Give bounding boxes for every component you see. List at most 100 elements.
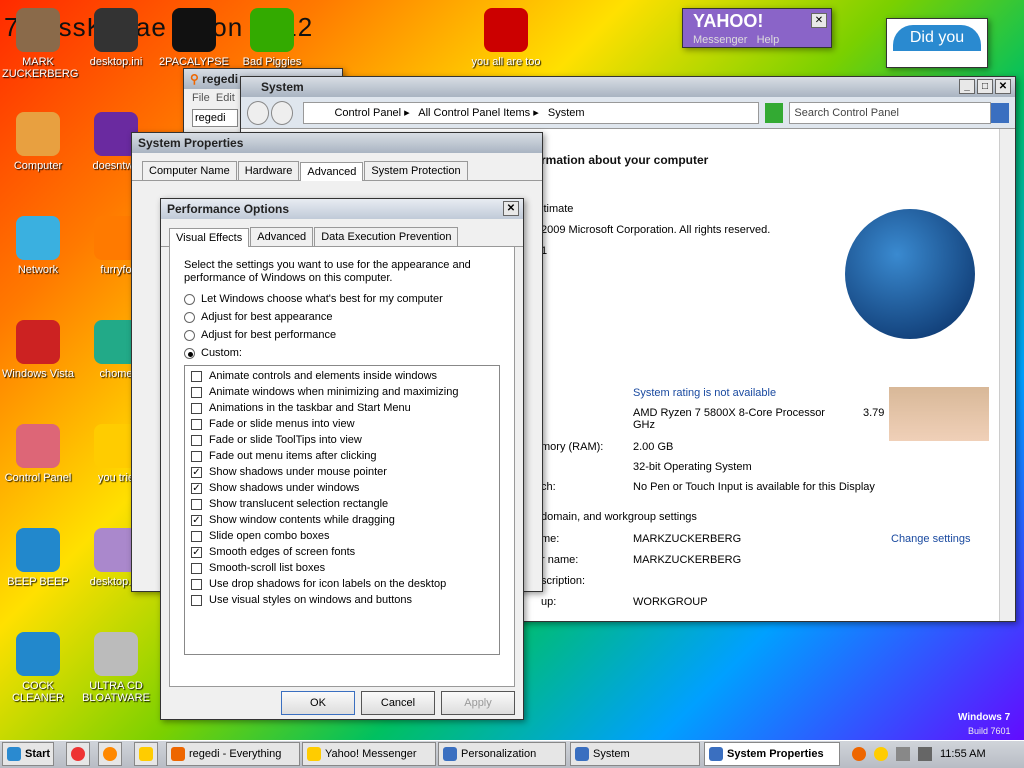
desktop-icon[interactable]: you all are too (470, 8, 542, 68)
taskbar-button[interactable]: Yahoo! Messenger (302, 742, 436, 766)
messenger-icon[interactable] (874, 747, 888, 761)
tab-advanced[interactable]: Advanced (300, 162, 364, 181)
search-input[interactable]: Search Control Panel (789, 101, 991, 124)
effect-checkbox-row[interactable]: ✓ Show window contents while dragging (191, 512, 493, 528)
desktop-icon[interactable]: Windows Vista (2, 320, 74, 380)
effect-checkbox-row[interactable]: Fade out menu items after clicking (191, 448, 493, 464)
radio-dot[interactable] (184, 347, 195, 359)
checkbox[interactable] (191, 418, 202, 430)
checkbox[interactable] (191, 498, 202, 510)
folder-icon[interactable] (134, 742, 158, 766)
tab-visual-effects[interactable]: Visual Effects (169, 228, 250, 247)
desktop-icon[interactable]: MARK ZUCKERBERG (2, 8, 78, 80)
tab-hardware[interactable]: Hardware (237, 161, 300, 180)
checkbox[interactable] (191, 450, 202, 462)
firefox-icon[interactable] (98, 742, 122, 766)
search-icon[interactable] (852, 747, 866, 761)
effect-checkbox-row[interactable]: Fade or slide ToolTips into view (191, 432, 493, 448)
breadcrumb[interactable]: Control Panel ▸ All Control Panel Items … (303, 101, 759, 124)
checkbox[interactable] (191, 578, 202, 590)
effect-checkbox-row[interactable]: Smooth-scroll list boxes (191, 560, 493, 576)
maximize-icon[interactable]: □ (977, 79, 993, 94)
effect-checkbox-row[interactable]: Show translucent selection rectangle (191, 496, 493, 512)
network-icon[interactable] (896, 747, 910, 761)
close-icon[interactable]: ✕ (995, 79, 1011, 94)
crumb-all-items[interactable]: All Control Panel Items (418, 107, 530, 119)
change-settings-link[interactable]: Change settings (891, 533, 971, 545)
menu-edit[interactable]: Edit (216, 92, 235, 104)
back-icon[interactable] (247, 100, 270, 125)
checkbox[interactable]: ✓ (191, 546, 202, 558)
desktop-icon[interactable]: BEEP BEEP (2, 528, 74, 588)
close-icon[interactable]: ✕ (811, 13, 827, 28)
desktop-icon[interactable]: COCK CLEANER (2, 632, 74, 704)
effect-checkbox-row[interactable]: ✓ Smooth edges of screen fonts (191, 544, 493, 560)
effect-checkbox-row[interactable]: Animate controls and elements inside win… (191, 368, 493, 384)
cancel-button[interactable]: Cancel (361, 691, 435, 715)
checkbox[interactable] (191, 386, 202, 398)
radio-option[interactable]: Let Windows choose what's best for my co… (184, 293, 500, 305)
refresh-icon[interactable] (764, 102, 784, 123)
start-button[interactable]: Start (2, 742, 54, 766)
volume-icon[interactable] (918, 747, 932, 761)
radio-dot[interactable] (184, 329, 195, 341)
minimize-icon[interactable]: _ (959, 79, 975, 94)
chrome-icon[interactable] (66, 742, 90, 766)
crumb-system[interactable]: System (548, 107, 585, 119)
desktop-icon[interactable]: Computer (2, 112, 74, 172)
performance-options-window[interactable]: Performance Options ✕ Visual Effects Adva… (160, 198, 524, 720)
sysprop-titlebar[interactable]: System Properties (132, 133, 542, 153)
checkbox[interactable] (191, 402, 202, 414)
radio-option[interactable]: Custom: (184, 347, 500, 359)
tab-system-protection[interactable]: System Protection (364, 161, 468, 180)
did-you-window[interactable]: Did you (886, 18, 988, 68)
desktop-icon[interactable]: Network (2, 216, 74, 276)
effect-checkbox-row[interactable]: Animate windows when minimizing and maxi… (191, 384, 493, 400)
effect-checkbox-row[interactable]: Fade or slide menus into view (191, 416, 493, 432)
effect-checkbox-row[interactable]: ✓ Show shadows under mouse pointer (191, 464, 493, 480)
desktop-icon[interactable]: Control Panel (2, 424, 74, 484)
taskbar-button[interactable]: System Properties (704, 742, 840, 766)
tab-computer-name[interactable]: Computer Name (142, 161, 237, 180)
checkbox[interactable]: ✓ (191, 466, 202, 478)
desktop-icon[interactable]: Bad Piggies (236, 8, 308, 68)
perf-titlebar[interactable]: Performance Options ✕ (161, 199, 523, 219)
tab-advanced[interactable]: Advanced (250, 227, 314, 246)
ok-button[interactable]: OK (281, 691, 355, 715)
clock[interactable]: 11:55 AM (940, 748, 986, 760)
apply-button[interactable]: Apply (441, 691, 515, 715)
taskbar-button[interactable]: Personalization (438, 742, 566, 766)
taskbar-button[interactable]: regedi - Everything (166, 742, 300, 766)
yahoo-messenger-window[interactable]: YAHOO! Messenger Help ✕ (682, 8, 832, 48)
effect-checkbox-row[interactable]: ✓ Show shadows under windows (191, 480, 493, 496)
checkbox[interactable] (191, 434, 202, 446)
desktop-icon[interactable]: ULTRA CD BLOATWARE (80, 632, 152, 704)
effects-list[interactable]: Animate controls and elements inside win… (184, 365, 500, 655)
scrollbar[interactable] (999, 129, 1015, 621)
desktop-icon[interactable]: desktop.ini (80, 8, 152, 68)
radio-dot[interactable] (184, 293, 195, 305)
close-icon[interactable]: ✕ (503, 201, 519, 216)
effect-checkbox-row[interactable]: Use drop shadows for icon labels on the … (191, 576, 493, 592)
radio-option[interactable]: Adjust for best appearance (184, 311, 500, 323)
search-icon[interactable] (990, 102, 1010, 123)
checkbox[interactable]: ✓ (191, 514, 202, 526)
taskbar-button[interactable]: System (570, 742, 700, 766)
regedit-search-field[interactable]: regedi (192, 109, 238, 127)
effect-checkbox-row[interactable]: Use visual styles on windows and buttons (191, 592, 493, 608)
tab-dep[interactable]: Data Execution Prevention (314, 227, 459, 246)
rating-link[interactable]: System rating is not available (633, 387, 776, 399)
yahoo-menu-help[interactable]: Help (757, 34, 780, 46)
radio-dot[interactable] (184, 311, 195, 323)
effect-checkbox-row[interactable]: Animations in the taskbar and Start Menu (191, 400, 493, 416)
checkbox[interactable] (191, 530, 202, 542)
effect-checkbox-row[interactable]: Slide open combo boxes (191, 528, 493, 544)
checkbox[interactable] (191, 370, 202, 382)
crumb-control-panel[interactable]: Control Panel (334, 107, 401, 119)
menu-file[interactable]: File (192, 92, 210, 104)
checkbox[interactable] (191, 594, 202, 606)
system-titlebar[interactable]: System _ □ ✕ (241, 77, 1015, 97)
forward-icon[interactable] (271, 100, 294, 125)
checkbox[interactable] (191, 562, 202, 574)
radio-option[interactable]: Adjust for best performance (184, 329, 500, 341)
